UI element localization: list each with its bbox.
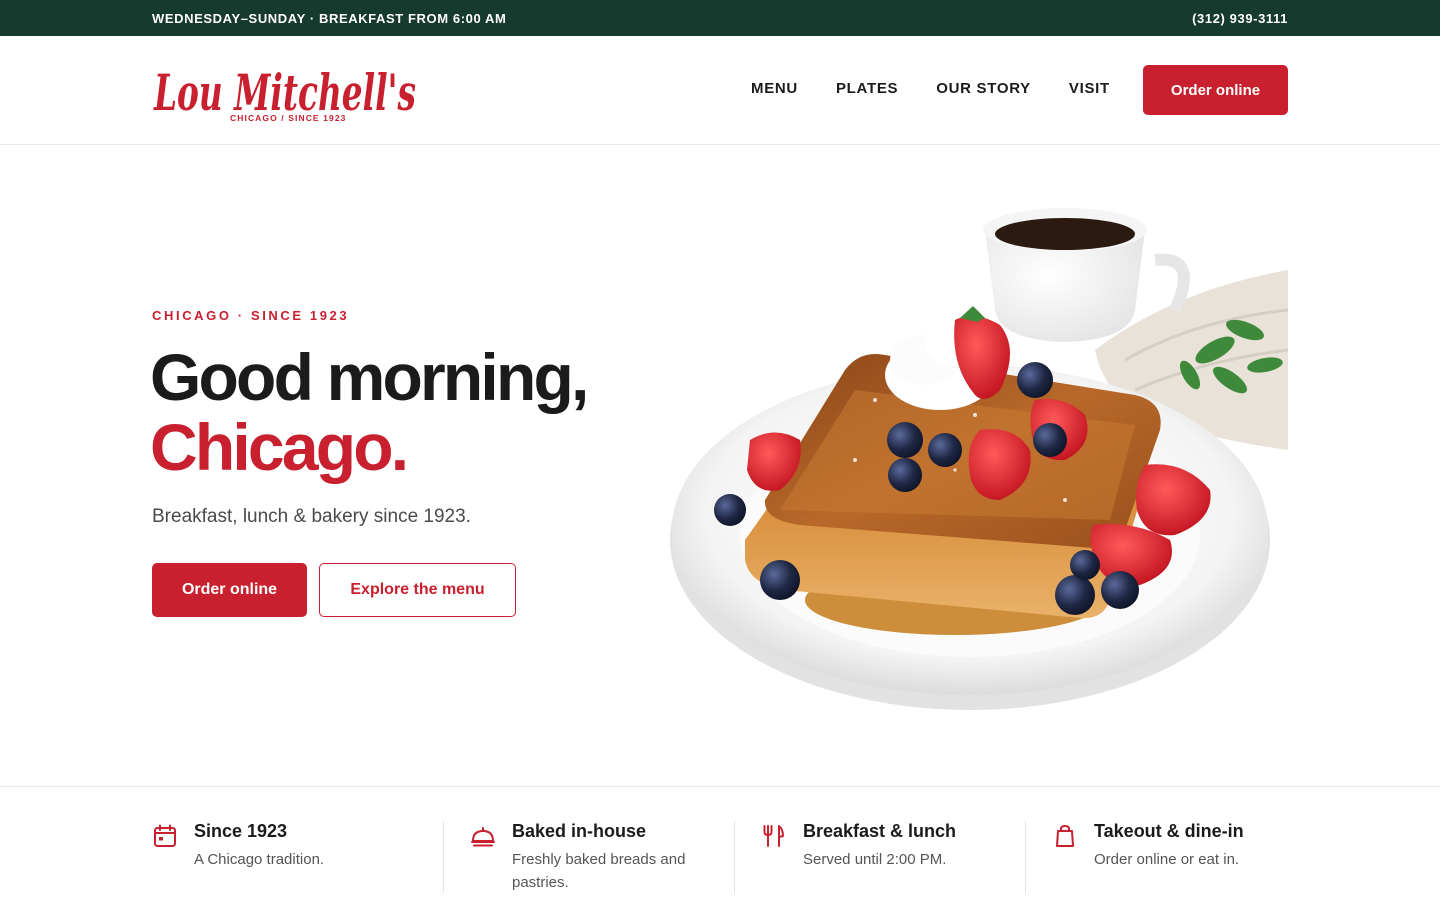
phone-link[interactable]: (312) 939-3111	[1192, 11, 1288, 26]
nav-plates[interactable]: PLATES	[836, 80, 898, 97]
explore-menu-button[interactable]: Explore the menu	[319, 563, 516, 617]
hero-food-image	[655, 200, 1289, 722]
calendar-icon	[154, 824, 176, 847]
feature-title: Breakfast & lunch	[803, 821, 957, 841]
hero-title-line1: Good morning,	[150, 340, 589, 414]
announcement-bar: WEDNESDAY–SUNDAY · BREAKFAST FROM 6:00 A…	[0, 0, 1440, 36]
nav-our-story[interactable]: OUR STORY	[936, 80, 1031, 97]
takeout-bag-icon	[1056, 824, 1074, 847]
features-strip: Since 1923 A Chicago tradition. Baked in…	[0, 786, 1440, 916]
feature-item: Since 1923 A Chicago tradition.	[152, 821, 422, 893]
main-nav: MENU PLATES OUR STORY VISIT	[751, 80, 1110, 97]
feature-description: Order online or eat in.	[1094, 851, 1240, 868]
feature-description: Freshly baked breads and pastries.	[512, 851, 686, 891]
feature-title: Takeout & dine-in	[1094, 821, 1244, 841]
logo-tagline: CHICAGO / SINCE 1923	[230, 113, 347, 123]
feature-description: A Chicago tradition.	[194, 851, 325, 868]
hero-eyebrow: CHICAGO · SINCE 1923	[152, 308, 350, 323]
feature-item: Breakfast & lunch Served until 2:00 PM.	[761, 821, 1006, 893]
hero-order-online-button[interactable]: Order online	[152, 563, 307, 617]
nav-menu[interactable]: MENU	[751, 80, 798, 97]
feature-divider	[734, 821, 735, 893]
feature-item: Takeout & dine-in Order online or eat in…	[1052, 821, 1288, 893]
feature-description: Served until 2:00 PM.	[803, 851, 947, 868]
feature-title: Since 1923	[194, 821, 288, 841]
hero-title: Good morning, Chicago.	[150, 340, 589, 484]
feature-title: Baked in-house	[512, 821, 647, 841]
logo-wordmark: Lou Mitchell's	[153, 63, 416, 114]
nav-visit[interactable]: VISIT	[1069, 80, 1110, 97]
site-header: Lou Mitchell's CHICAGO / SINCE 1923 MENU…	[0, 36, 1440, 145]
site-logo[interactable]: Lou Mitchell's CHICAGO / SINCE 1923	[152, 52, 422, 130]
feature-item: Baked in-house Freshly baked breads and …	[470, 821, 715, 893]
header-order-online-button[interactable]: Order online	[1143, 65, 1288, 115]
fork-knife-icon	[763, 825, 784, 847]
bread-icon	[471, 827, 495, 847]
feature-divider	[443, 821, 444, 893]
logo-script-text: Lou Mitchell's	[153, 63, 416, 114]
hero-subtitle: Breakfast, lunch & bakery since 1923.	[152, 506, 471, 527]
hours-text: WEDNESDAY–SUNDAY · BREAKFAST FROM 6:00 A…	[152, 11, 507, 26]
feature-divider	[1025, 821, 1026, 893]
hero-title-line2: Chicago.	[150, 410, 409, 484]
